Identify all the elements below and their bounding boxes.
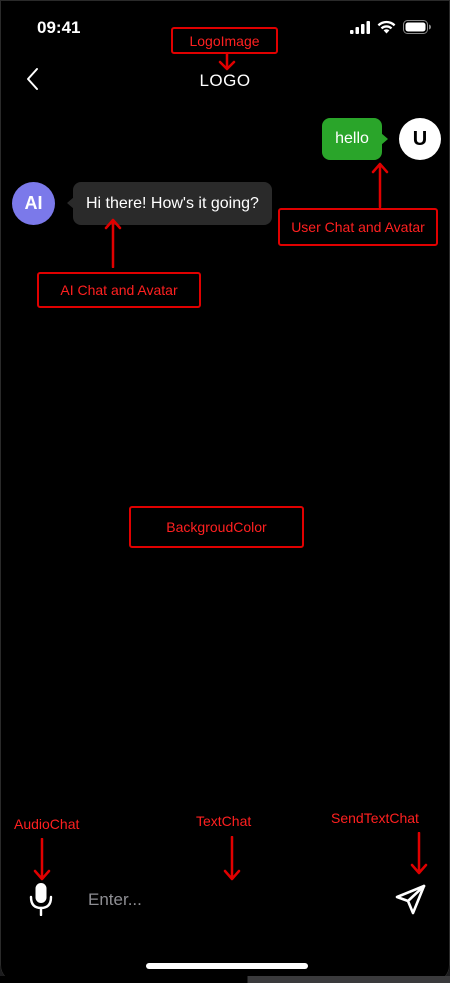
bottom-strip [0, 976, 450, 983]
annotation-background-color: BackgroudColor [129, 506, 304, 548]
annotation-arrow-ai-chat [104, 218, 122, 268]
annotation-ai-chat: AI Chat and Avatar [37, 272, 201, 308]
audio-chat-button[interactable] [26, 882, 56, 920]
user-chat-bubble: hello [322, 118, 388, 160]
battery-icon [403, 20, 432, 39]
annotation-arrow-text-chat [223, 836, 241, 881]
logo-image: LOGO [199, 71, 251, 90]
annotation-arrow-user-chat [371, 162, 389, 208]
user-avatar: U [399, 118, 441, 160]
annotation-text-chat: TextChat [196, 813, 252, 829]
annotation-send-text-chat: SendTextChat [331, 810, 419, 826]
status-icons [350, 20, 432, 39]
ai-avatar: AI [12, 182, 55, 225]
annotation-user-chat: User Chat and Avatar [278, 208, 438, 246]
status-time: 09:41 [37, 18, 81, 37]
send-text-chat-button[interactable] [392, 883, 430, 921]
home-indicator[interactable] [146, 963, 308, 969]
annotation-logo-image: LogoImage [171, 27, 278, 54]
send-icon [394, 884, 428, 921]
annotation-arrow-send-text-chat [410, 832, 428, 875]
wifi-icon [377, 20, 396, 39]
text-chat-input[interactable] [80, 884, 360, 916]
annotation-audio-chat: AudioChat [14, 816, 80, 832]
annotation-arrow-logo [218, 54, 236, 71]
cellular-signal-icon [350, 20, 370, 39]
annotation-arrow-audio-chat [33, 838, 51, 881]
microphone-icon [29, 882, 53, 921]
chat-screen: 09:41 LOGO hello U AI Hi there! How's it… [0, 0, 450, 983]
